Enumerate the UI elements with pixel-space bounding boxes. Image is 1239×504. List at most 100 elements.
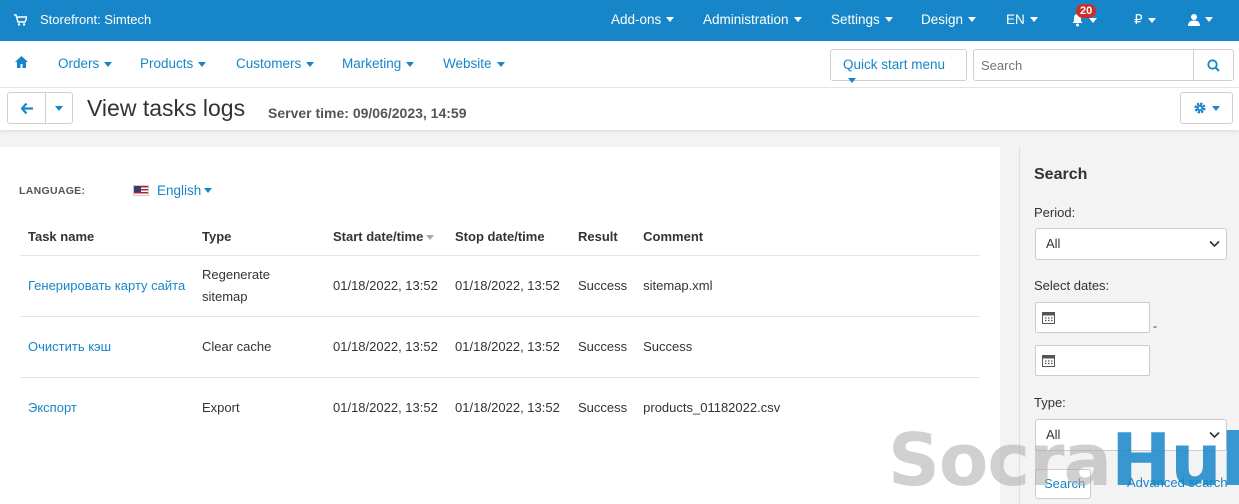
- menu-addons-label: Add-ons: [611, 12, 662, 27]
- task-result: Success: [570, 316, 636, 378]
- task-name-link[interactable]: Генерировать карту сайта: [20, 255, 194, 317]
- nav-marketing-label: Marketing: [342, 56, 402, 71]
- menu-language-label: EN: [1006, 12, 1025, 27]
- select-dates-label: Select dates:: [1034, 278, 1110, 293]
- global-search: [973, 49, 1234, 81]
- period-select[interactable]: All: [1035, 228, 1227, 260]
- chevron-down-icon: [496, 61, 505, 67]
- task-name-link[interactable]: Очистить кэш: [20, 316, 194, 378]
- nav-customers[interactable]: Customers: [236, 56, 315, 71]
- menu-administration-label: Administration: [703, 12, 789, 27]
- menu-language[interactable]: EN: [1006, 12, 1038, 27]
- chevron-down-icon: [55, 105, 63, 111]
- column-header-start[interactable]: Start date/time: [325, 219, 447, 256]
- nav-website-label: Website: [443, 56, 492, 71]
- nav-website[interactable]: Website: [443, 56, 505, 71]
- storefront-switcher[interactable]: Storefront: Simtech: [14, 12, 151, 27]
- back-button-group: [7, 92, 73, 124]
- nav-products[interactable]: Products: [140, 56, 207, 71]
- period-label: Period:: [1034, 205, 1076, 220]
- chevron-down-icon: [1212, 105, 1220, 111]
- calendar-icon: [1042, 312, 1055, 324]
- table-row: Очистить кэш Clear cache 01/18/2022, 13:…: [20, 316, 980, 378]
- task-type: Export: [202, 399, 240, 415]
- column-header-start-label: Start date/time: [333, 229, 424, 245]
- nav-orders-label: Orders: [58, 56, 100, 71]
- menu-addons[interactable]: Add-ons: [611, 12, 675, 27]
- stop-datetime: 01/18/2022, 13:52: [447, 255, 570, 317]
- chevron-down-icon: [968, 17, 977, 22]
- date-from-input[interactable]: [1035, 302, 1150, 333]
- quick-start-menu-button[interactable]: Quick start menu: [830, 49, 967, 83]
- chevron-down-icon: [1147, 17, 1156, 23]
- search-input[interactable]: [974, 50, 1194, 80]
- nav-customers-label: Customers: [236, 56, 302, 71]
- menu-settings-label: Settings: [831, 12, 880, 27]
- watermark-part1: Socra: [888, 418, 1112, 502]
- home-link[interactable]: [15, 56, 28, 68]
- task-comment: sitemap.xml: [635, 255, 980, 317]
- history-dropdown-button[interactable]: [46, 93, 72, 123]
- column-header-comment: Comment: [635, 219, 980, 256]
- nav-marketing[interactable]: Marketing: [342, 56, 415, 71]
- sidebar-title: Search: [1034, 166, 1088, 183]
- main-content: LANGUAGE: English Task name Type Start d…: [0, 147, 1000, 504]
- column-header-result: Result: [570, 219, 636, 256]
- task-result: Success: [578, 399, 628, 415]
- chevron-down-icon: [666, 17, 675, 22]
- task-logs-table: Task name Type Start date/time Stop date…: [20, 219, 980, 438]
- cart-icon: [14, 13, 27, 26]
- menu-administration[interactable]: Administration: [703, 12, 802, 27]
- task-name-link[interactable]: Экспорт: [20, 377, 194, 438]
- gear-icon: [1194, 102, 1206, 114]
- stop-datetime: 01/18/2022, 13:52: [455, 399, 560, 415]
- menu-design[interactable]: Design: [921, 12, 977, 27]
- menu-design-label: Design: [921, 12, 964, 27]
- task-type: Clear cache: [194, 316, 325, 378]
- language-value: English: [157, 183, 202, 198]
- main-nav: Orders Products Customers Marketing Webs…: [0, 41, 1239, 88]
- sort-down-icon: [426, 235, 435, 241]
- chevron-down-icon: [1089, 17, 1097, 23]
- menu-settings[interactable]: Settings: [831, 12, 893, 27]
- start-datetime: 01/18/2022, 13:52: [333, 399, 438, 415]
- chevron-down-icon: [406, 61, 415, 67]
- chevron-down-icon: [848, 77, 856, 83]
- notification-badge: 20: [1076, 4, 1097, 18]
- chevron-down-icon: [884, 17, 893, 22]
- chevron-down-icon: [104, 61, 113, 67]
- home-icon: [15, 56, 28, 68]
- user-menu[interactable]: [1188, 13, 1213, 26]
- type-label: Type:: [1034, 395, 1066, 410]
- watermark-logo: SocraHub: [888, 424, 1239, 496]
- menu-currency[interactable]: ₽: [1134, 12, 1156, 28]
- table-row: Экспорт Export 01/18/2022, 13:52 01/18/2…: [20, 377, 980, 438]
- column-header-stop[interactable]: Stop date/time: [447, 219, 570, 256]
- us-flag-icon: [133, 185, 149, 196]
- watermark-part2: Hub: [1111, 418, 1239, 502]
- task-result: Success: [570, 255, 636, 317]
- calendar-icon: [1042, 355, 1055, 367]
- user-icon: [1188, 14, 1200, 26]
- settings-dropdown-button[interactable]: [1180, 92, 1233, 124]
- column-header-type: Type: [194, 219, 325, 256]
- back-button[interactable]: [8, 93, 46, 123]
- period-value: All: [1046, 236, 1061, 251]
- language-selector[interactable]: English: [133, 183, 213, 198]
- task-type: Regenerate sitemap: [194, 255, 325, 317]
- task-comment: Success: [635, 316, 980, 378]
- date-to-input[interactable]: [1035, 345, 1150, 376]
- column-header-task-name: Task name: [20, 219, 194, 256]
- date-separator: -: [1153, 319, 1157, 333]
- quick-start-label: Quick start menu: [843, 57, 946, 72]
- search-button[interactable]: [1193, 50, 1233, 80]
- language-label: LANGUAGE:: [19, 185, 86, 197]
- chevron-down-icon: [306, 61, 315, 67]
- table-row: Генерировать карту сайта Regenerate site…: [20, 255, 980, 317]
- nav-orders[interactable]: Orders: [58, 56, 113, 71]
- chevron-down-icon: [1029, 17, 1038, 22]
- table-header-row: Task name Type Start date/time Stop date…: [20, 219, 980, 256]
- chevron-down-icon: [204, 188, 213, 193]
- search-icon: [1207, 58, 1220, 72]
- stop-datetime: 01/18/2022, 13:52: [447, 316, 570, 378]
